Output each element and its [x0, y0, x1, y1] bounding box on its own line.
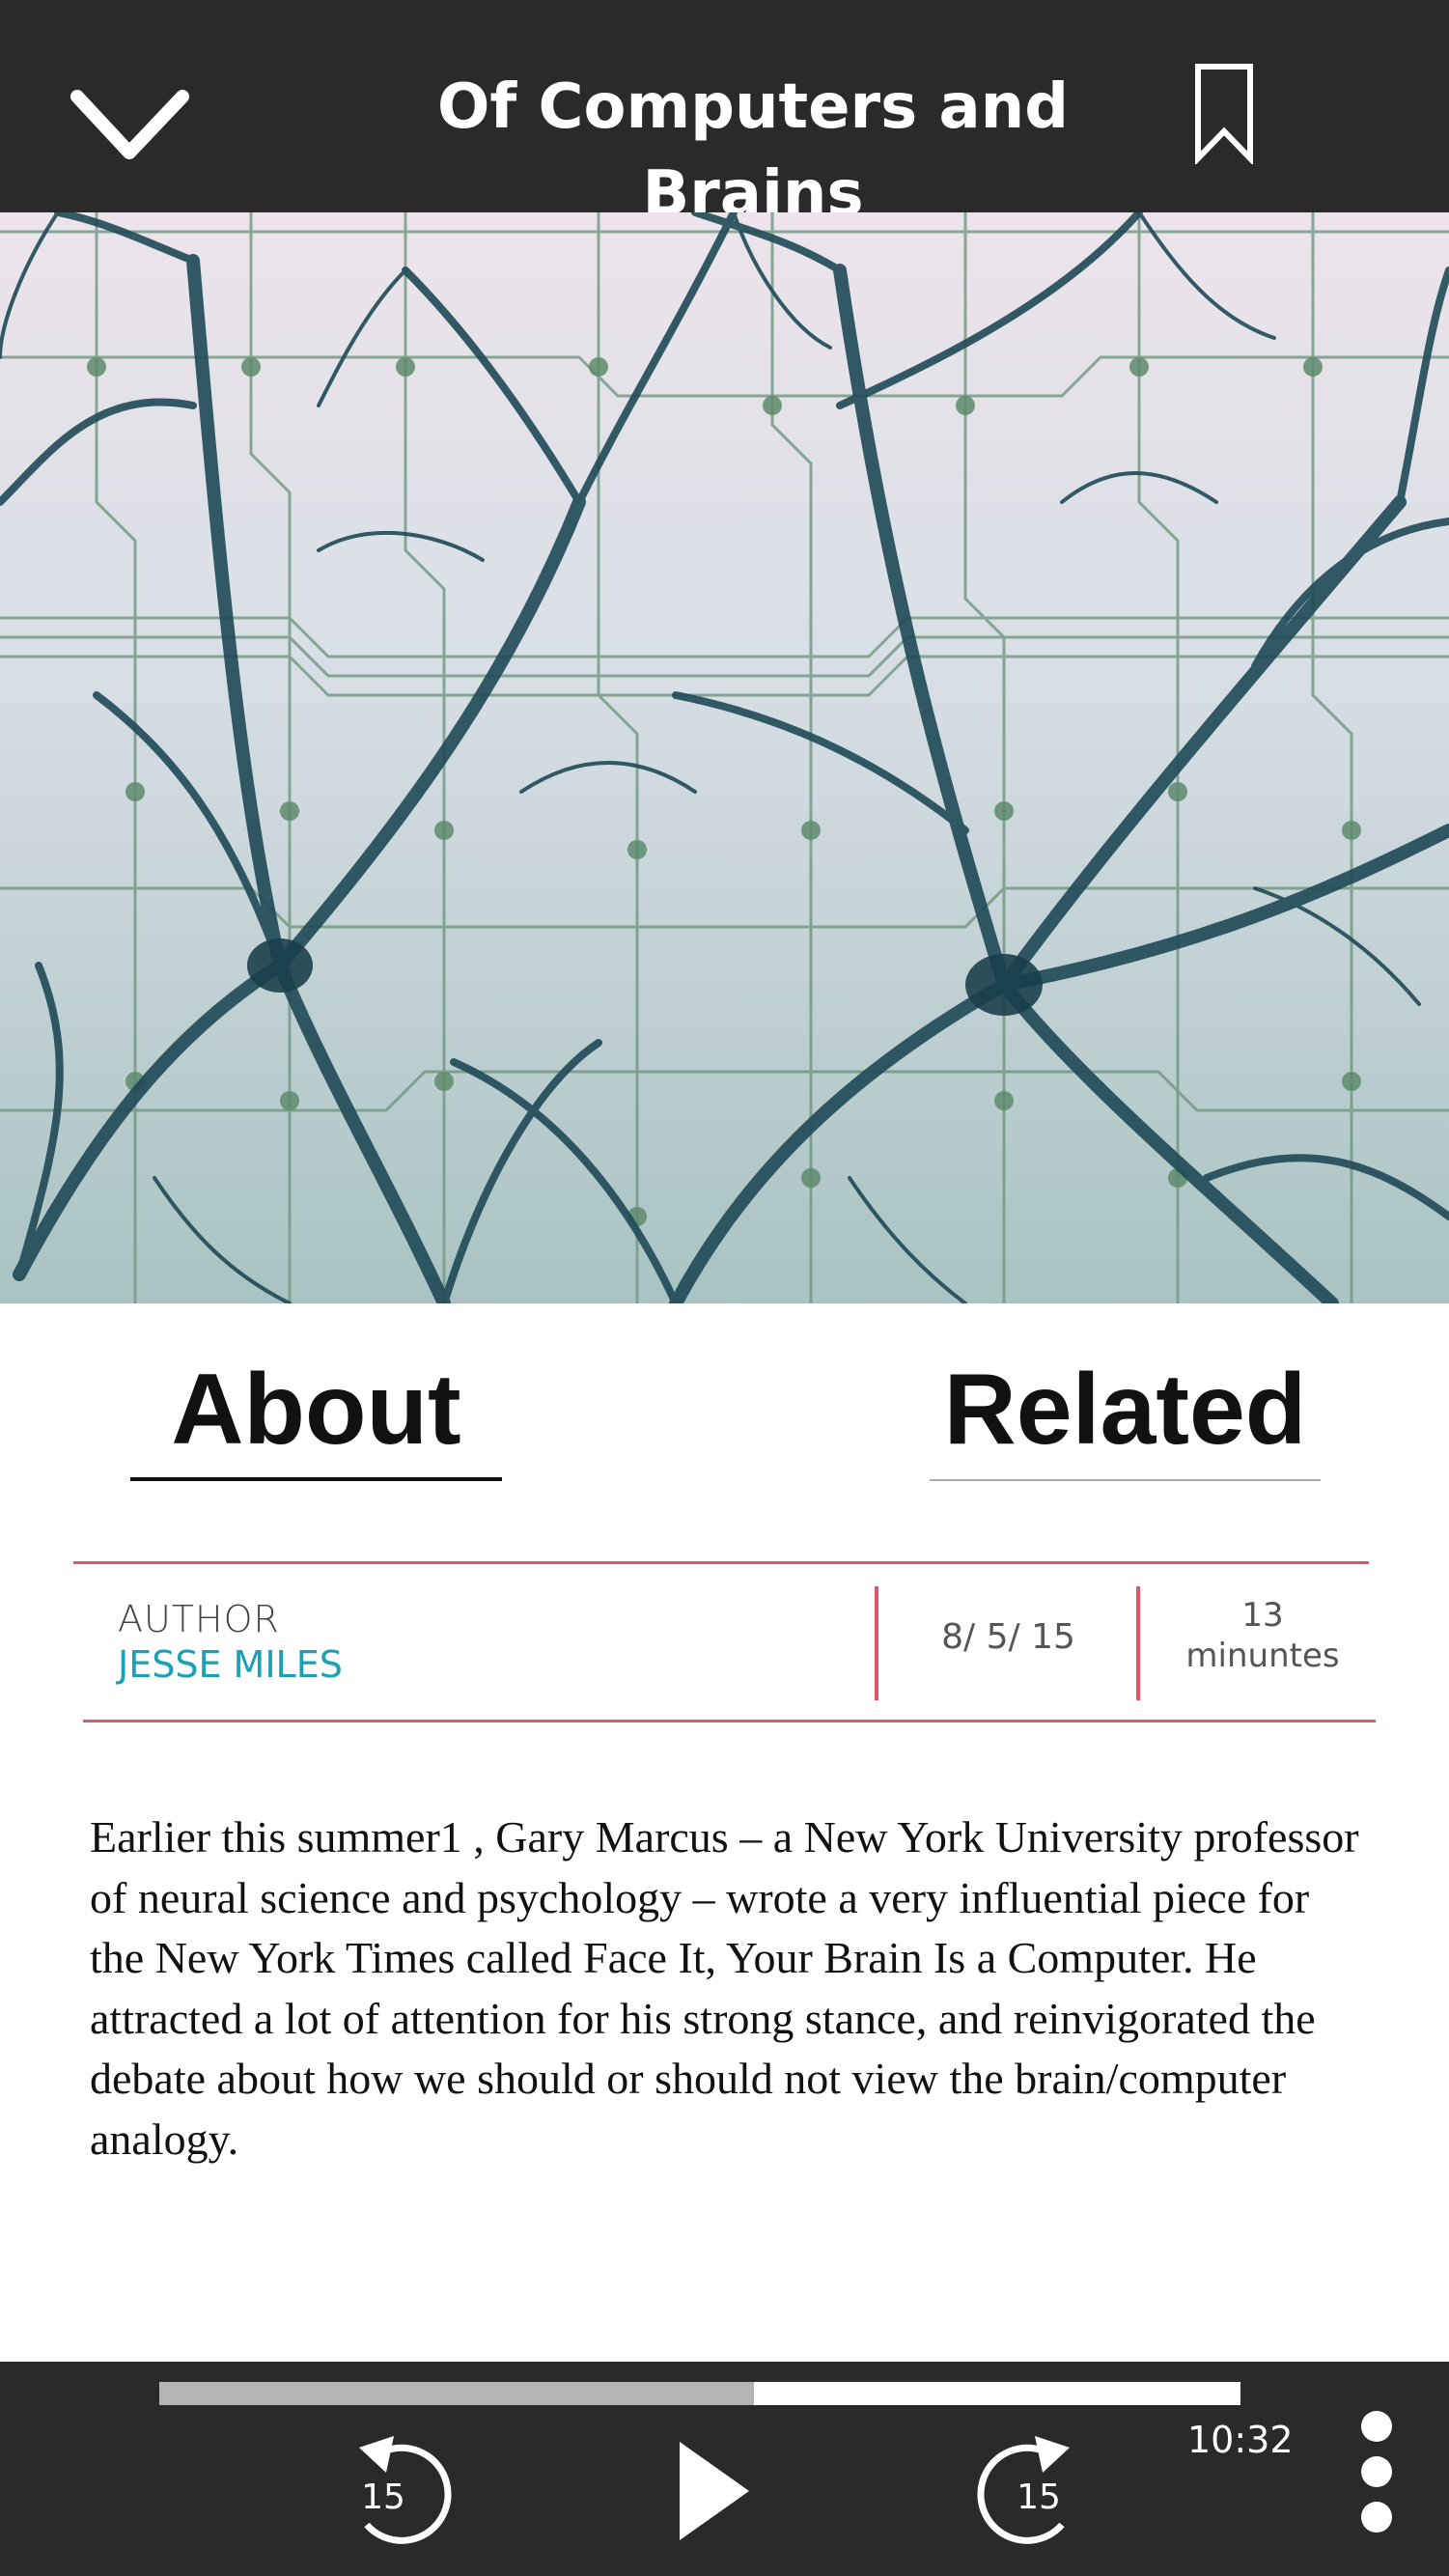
play-icon[interactable]	[676, 2438, 753, 2544]
progress-bar[interactable]	[159, 2382, 1240, 2405]
duration-unit: minuntes	[1185, 1637, 1340, 1675]
top-bar: Of Computers and Brains	[0, 0, 1449, 230]
more-vertical-icon[interactable]	[1359, 2409, 1394, 2534]
author-label: AUTHOR	[118, 1598, 280, 1640]
forward-seconds: 15	[1017, 2478, 1061, 2517]
playback-time: 10:32	[1187, 2419, 1294, 2461]
publish-date: 8/ 5/ 15	[941, 1617, 1075, 1657]
meta-separator	[875, 1586, 878, 1700]
article-body: Earlier this summer1 , Gary Marcus – a N…	[90, 1812, 1359, 2164]
rewind-seconds: 15	[361, 2478, 405, 2517]
meta-divider-top	[73, 1561, 1369, 1564]
hero-image	[0, 212, 1449, 1303]
bookmark-icon[interactable]	[1193, 62, 1255, 164]
chevron-down-icon[interactable]	[70, 77, 190, 164]
read-duration: 13 minuntes	[1142, 1595, 1383, 1676]
tab-related[interactable]: Related	[930, 1352, 1321, 1481]
progress-fill	[159, 2382, 754, 2405]
neurons-circuit-illustration	[0, 212, 1449, 1303]
page-title: Of Computers and Brains	[436, 71, 1070, 230]
meta-divider-bottom	[83, 1720, 1376, 1722]
duration-number: 13	[1241, 1596, 1284, 1635]
meta-separator	[1136, 1586, 1140, 1700]
author-name[interactable]: JESSE MILES	[118, 1643, 343, 1686]
tab-about[interactable]: About	[130, 1352, 502, 1481]
